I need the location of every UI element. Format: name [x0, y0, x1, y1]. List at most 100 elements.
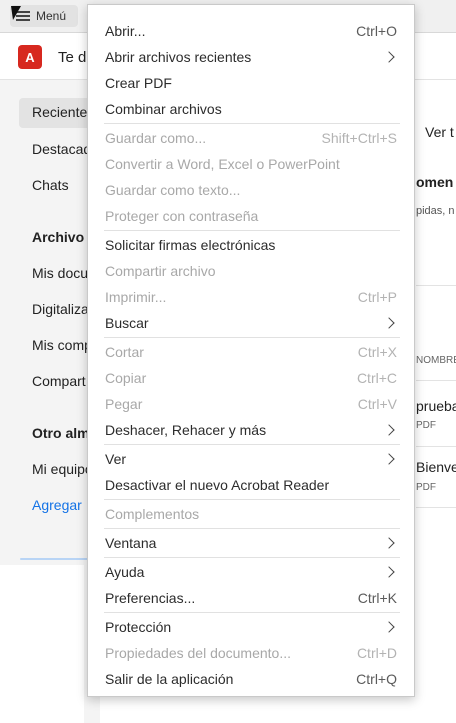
divider: [416, 507, 456, 508]
menu-item-label: Deshacer, Rehacer y más: [105, 422, 267, 438]
file-type: PDF: [416, 482, 436, 493]
menu-item-label: Ventana: [105, 535, 157, 551]
menu-separator: [104, 337, 400, 338]
divider: [416, 285, 456, 286]
add-account-link[interactable]: Agregar: [32, 497, 82, 513]
menu-item-label: Pegar: [105, 396, 143, 412]
progress-accent: [20, 558, 90, 560]
menu-item-shortcut: Ctrl+P: [357, 289, 397, 305]
menu-item-save-as[interactable]: Guardar como... Shift+Ctrl+S: [88, 126, 414, 150]
menu-item-label: Compartir archivo: [105, 263, 216, 279]
sidebar-section-other-storage: Otro alm: [32, 425, 90, 441]
menu-item-label: Ayuda: [105, 564, 145, 580]
menu-item-shortcut: Shift+Ctrl+S: [321, 130, 397, 146]
menu-item-save-as-text[interactable]: Guardar como texto...: [88, 178, 414, 202]
menu-item-label: Proteger con contraseña: [105, 208, 259, 224]
chevron-right-icon: [383, 537, 395, 549]
menu-item-exit[interactable]: Salir de la aplicación Ctrl+Q: [88, 667, 414, 691]
header-title: Te d: [58, 49, 87, 66]
menu-item-protection[interactable]: Protección: [88, 615, 414, 639]
sidebar-item-shared[interactable]: Compart: [32, 373, 86, 389]
chevron-right-icon: [383, 566, 395, 578]
menu-item-label: Preferencias...: [105, 590, 196, 606]
file-name[interactable]: prueba: [416, 398, 456, 414]
menu-item-shortcut: Ctrl+V: [357, 396, 397, 412]
menu-separator: [104, 123, 400, 124]
menu-item-undo-redo[interactable]: Deshacer, Rehacer y más: [88, 418, 414, 442]
menu-item-label: Abrir archivos recientes: [105, 49, 252, 65]
menu-item-combine-files[interactable]: Combinar archivos: [88, 97, 414, 121]
menu-item-search[interactable]: Buscar: [88, 311, 414, 335]
menu-item-disable-new-acrobat[interactable]: Desactivar el nuevo Acrobat Reader: [88, 473, 414, 497]
chevron-right-icon: [383, 51, 395, 63]
menu-item-label: Abrir...: [105, 23, 146, 39]
menu-item-label: Propiedades del documento...: [105, 645, 292, 661]
menu-item-request-signatures[interactable]: Solicitar firmas electrónicas: [88, 233, 414, 257]
menu-item-convert[interactable]: Convertir a Word, Excel o PowerPoint: [88, 152, 414, 176]
menu-item-label: Ver: [105, 451, 127, 467]
acrobat-logo-icon: A: [18, 45, 42, 69]
menu-item-label: Solicitar firmas electrónicas: [105, 237, 276, 253]
view-all-link[interactable]: Ver t: [425, 124, 454, 140]
divider: [416, 380, 456, 381]
sidebar-item-recent[interactable]: Reciente: [32, 104, 87, 120]
menu-item-label: Guardar como texto...: [105, 182, 241, 198]
chevron-right-icon: [383, 621, 395, 633]
menu-item-paste[interactable]: Pegar Ctrl+V: [88, 392, 414, 416]
menu-separator: [104, 444, 400, 445]
chevron-right-icon: [383, 424, 395, 436]
sidebar-item-scans[interactable]: Digitaliza: [32, 301, 89, 317]
menu-button-label: Menú: [36, 9, 67, 23]
menu-item-create-pdf[interactable]: Crear PDF: [88, 71, 414, 95]
menu-item-copy[interactable]: Copiar Ctrl+C: [88, 366, 414, 390]
sidebar-item-my-computer[interactable]: Mi equipo: [32, 461, 93, 477]
menu-item-label: Cortar: [105, 344, 144, 360]
menu-item-shortcut: Ctrl+C: [356, 370, 397, 386]
menu-separator: [104, 612, 400, 613]
mouse-cursor-icon: [11, 6, 23, 20]
menu-item-label: Guardar como...: [105, 130, 207, 146]
divider: [416, 446, 456, 447]
menu-item-protect-password[interactable]: Proteger con contraseña: [88, 204, 414, 228]
sidebar-item-shared-by-me[interactable]: Mis comp: [32, 337, 92, 353]
menu-separator: [104, 499, 400, 500]
menu-item-preferences[interactable]: Preferencias... Ctrl+K: [88, 586, 414, 610]
menu-item-shortcut: Ctrl+O: [356, 23, 397, 39]
menu-separator: [104, 557, 400, 558]
recommended-title: omen: [416, 174, 454, 190]
file-name[interactable]: Bienve: [416, 459, 456, 475]
menu-item-view[interactable]: Ver: [88, 447, 414, 471]
sidebar-item-chats[interactable]: Chats: [32, 177, 69, 193]
menu-item-label: Convertir a Word, Excel o PowerPoint: [105, 156, 340, 172]
menu-item-label: Salir de la aplicación: [105, 671, 234, 687]
menu-item-plugins[interactable]: Complementos: [88, 502, 414, 526]
menu-item-share-file[interactable]: Compartir archivo: [88, 259, 414, 283]
menu-item-print[interactable]: Imprimir... Ctrl+P: [88, 285, 414, 309]
menu-item-window[interactable]: Ventana: [88, 531, 414, 555]
menu-item-label: Buscar: [105, 315, 149, 331]
menu-item-label: Complementos: [105, 506, 200, 522]
sidebar-section-files: Archivo: [32, 229, 85, 245]
menu-item-shortcut: Ctrl+D: [356, 645, 397, 661]
menu-item-document-properties[interactable]: Propiedades del documento... Ctrl+D: [88, 641, 414, 665]
menu-item-label: Copiar: [105, 370, 147, 386]
menu-item-cut[interactable]: Cortar Ctrl+X: [88, 340, 414, 364]
menu-separator: [104, 528, 400, 529]
column-header-name: NOMBRE: [416, 355, 456, 366]
menu-item-open-recent[interactable]: Abrir archivos recientes: [88, 45, 414, 69]
menu-item-open[interactable]: Abrir... Ctrl+O: [88, 19, 414, 43]
menu-item-label: Protección: [105, 619, 172, 635]
menu-item-shortcut: Ctrl+X: [357, 344, 397, 360]
recommended-subtitle: pidas, n: [416, 205, 455, 217]
file-type: PDF: [416, 420, 436, 431]
chevron-right-icon: [383, 317, 395, 329]
menu-separator: [104, 230, 400, 231]
sidebar-item-starred[interactable]: Destacad: [32, 141, 91, 157]
menu-item-help[interactable]: Ayuda: [88, 560, 414, 584]
menu-item-label: Imprimir...: [105, 289, 167, 305]
menu-item-shortcut: Ctrl+K: [357, 590, 397, 606]
panel-blank: [0, 565, 84, 723]
app-menu-dropdown: Abrir... Ctrl+O Abrir archivos recientes…: [87, 4, 415, 697]
sidebar-item-my-docs[interactable]: Mis docu: [32, 265, 88, 281]
menu-item-shortcut: Ctrl+Q: [356, 671, 397, 687]
